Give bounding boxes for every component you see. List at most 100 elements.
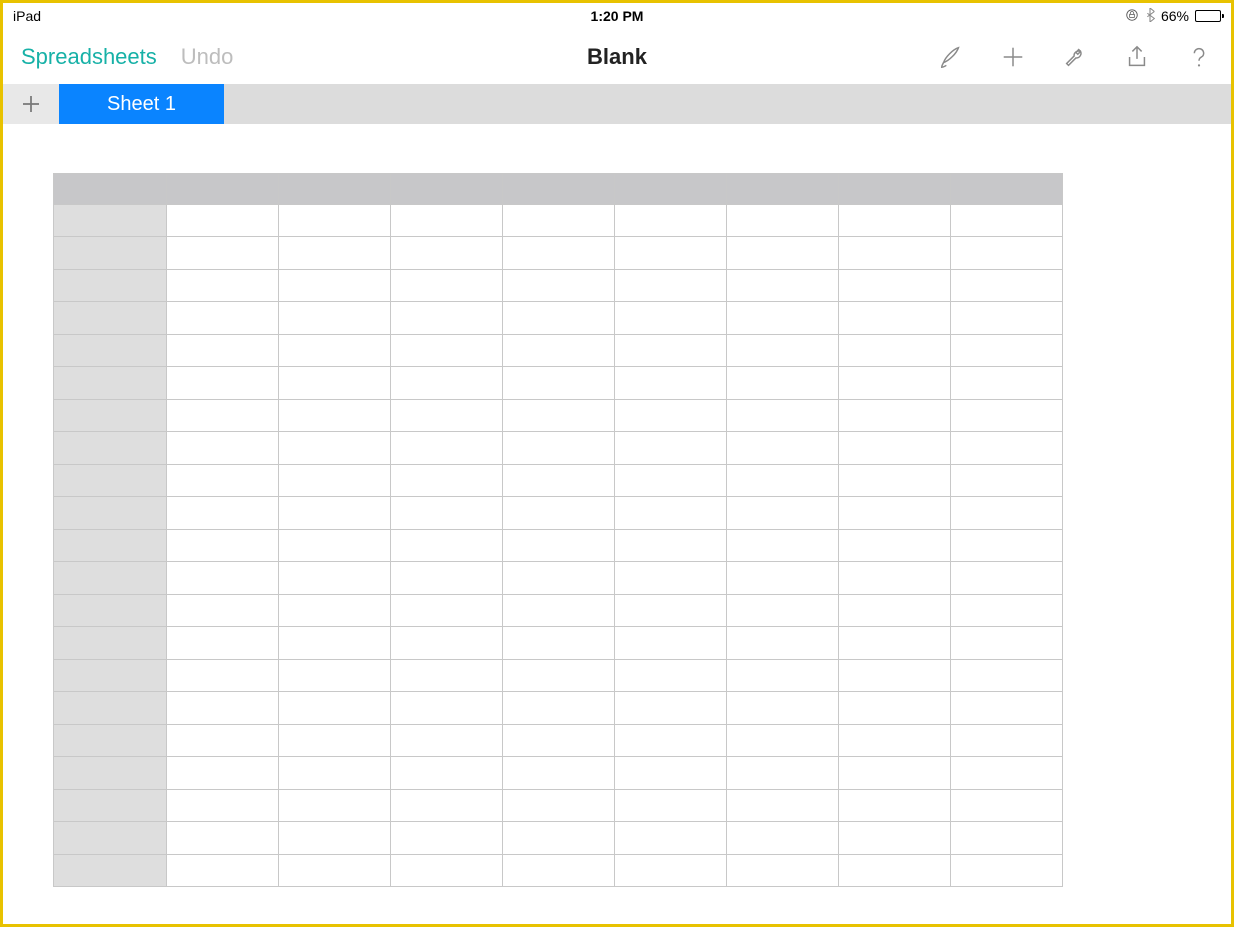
cell[interactable] <box>166 236 278 269</box>
cell[interactable] <box>278 236 390 269</box>
cell[interactable] <box>726 496 838 529</box>
cell[interactable] <box>166 399 278 431</box>
cell[interactable] <box>502 529 614 561</box>
row-header[interactable] <box>54 529 166 561</box>
cell[interactable] <box>838 561 950 594</box>
cell[interactable] <box>838 464 950 496</box>
cell[interactable] <box>950 789 1062 821</box>
cell[interactable] <box>838 236 950 269</box>
cell[interactable] <box>278 821 390 854</box>
cell[interactable] <box>278 756 390 789</box>
cell[interactable] <box>278 561 390 594</box>
brush-icon[interactable] <box>937 43 965 71</box>
cell[interactable] <box>838 496 950 529</box>
cell[interactable] <box>614 821 726 854</box>
cell[interactable] <box>166 854 278 886</box>
cell[interactable] <box>278 301 390 334</box>
cell[interactable] <box>614 691 726 724</box>
cell[interactable] <box>614 334 726 366</box>
cell[interactable] <box>950 854 1062 886</box>
cell[interactable] <box>950 691 1062 724</box>
cell[interactable] <box>502 236 614 269</box>
cell[interactable] <box>166 691 278 724</box>
cell[interactable] <box>950 431 1062 464</box>
row-header[interactable] <box>54 594 166 626</box>
column-header[interactable] <box>166 174 278 204</box>
cell[interactable] <box>614 561 726 594</box>
cell[interactable] <box>950 659 1062 691</box>
cell[interactable] <box>950 366 1062 399</box>
cell[interactable] <box>166 724 278 756</box>
cell[interactable] <box>502 659 614 691</box>
cell[interactable] <box>838 724 950 756</box>
column-header[interactable] <box>54 174 166 204</box>
cell[interactable] <box>614 659 726 691</box>
cell[interactable] <box>278 269 390 301</box>
cell[interactable] <box>838 659 950 691</box>
cell[interactable] <box>390 594 502 626</box>
cell[interactable] <box>614 399 726 431</box>
cell[interactable] <box>950 301 1062 334</box>
cell[interactable] <box>166 789 278 821</box>
cell[interactable] <box>502 854 614 886</box>
cell[interactable] <box>838 529 950 561</box>
column-header[interactable] <box>614 174 726 204</box>
cell[interactable] <box>614 366 726 399</box>
column-header[interactable] <box>278 174 390 204</box>
cell[interactable] <box>614 594 726 626</box>
cell[interactable] <box>502 496 614 529</box>
cell[interactable] <box>278 496 390 529</box>
row-header[interactable] <box>54 301 166 334</box>
cell[interactable] <box>278 529 390 561</box>
cell[interactable] <box>502 724 614 756</box>
row-header[interactable] <box>54 269 166 301</box>
cell[interactable] <box>838 204 950 236</box>
cell[interactable] <box>502 269 614 301</box>
cell[interactable] <box>502 301 614 334</box>
cell[interactable] <box>614 496 726 529</box>
cell[interactable] <box>838 431 950 464</box>
row-header[interactable] <box>54 724 166 756</box>
cell[interactable] <box>390 821 502 854</box>
cell[interactable] <box>726 626 838 659</box>
cell[interactable] <box>502 431 614 464</box>
cell[interactable] <box>502 366 614 399</box>
cell[interactable] <box>166 204 278 236</box>
cell[interactable] <box>838 334 950 366</box>
cell[interactable] <box>838 756 950 789</box>
cell[interactable] <box>390 366 502 399</box>
cell[interactable] <box>950 626 1062 659</box>
cell[interactable] <box>614 626 726 659</box>
cell[interactable] <box>166 431 278 464</box>
share-icon[interactable] <box>1123 43 1151 71</box>
cell[interactable] <box>390 236 502 269</box>
cell[interactable] <box>726 464 838 496</box>
cell[interactable] <box>390 789 502 821</box>
cell[interactable] <box>502 561 614 594</box>
cell[interactable] <box>726 366 838 399</box>
undo-button[interactable]: Undo <box>181 44 234 70</box>
cell[interactable] <box>614 269 726 301</box>
cell[interactable] <box>390 496 502 529</box>
cell[interactable] <box>614 529 726 561</box>
cell[interactable] <box>166 529 278 561</box>
cell[interactable] <box>278 399 390 431</box>
cell[interactable] <box>838 399 950 431</box>
row-header[interactable] <box>54 821 166 854</box>
cell[interactable] <box>726 269 838 301</box>
cell[interactable] <box>502 204 614 236</box>
cell[interactable] <box>726 431 838 464</box>
cell[interactable] <box>390 561 502 594</box>
cell[interactable] <box>838 366 950 399</box>
cell[interactable] <box>278 691 390 724</box>
cell[interactable] <box>614 204 726 236</box>
plus-icon[interactable] <box>999 43 1027 71</box>
row-header[interactable] <box>54 789 166 821</box>
cell[interactable] <box>390 724 502 756</box>
cell[interactable] <box>502 334 614 366</box>
cell[interactable] <box>726 724 838 756</box>
cell[interactable] <box>950 334 1062 366</box>
cell[interactable] <box>838 269 950 301</box>
help-icon[interactable] <box>1185 43 1213 71</box>
row-header[interactable] <box>54 464 166 496</box>
